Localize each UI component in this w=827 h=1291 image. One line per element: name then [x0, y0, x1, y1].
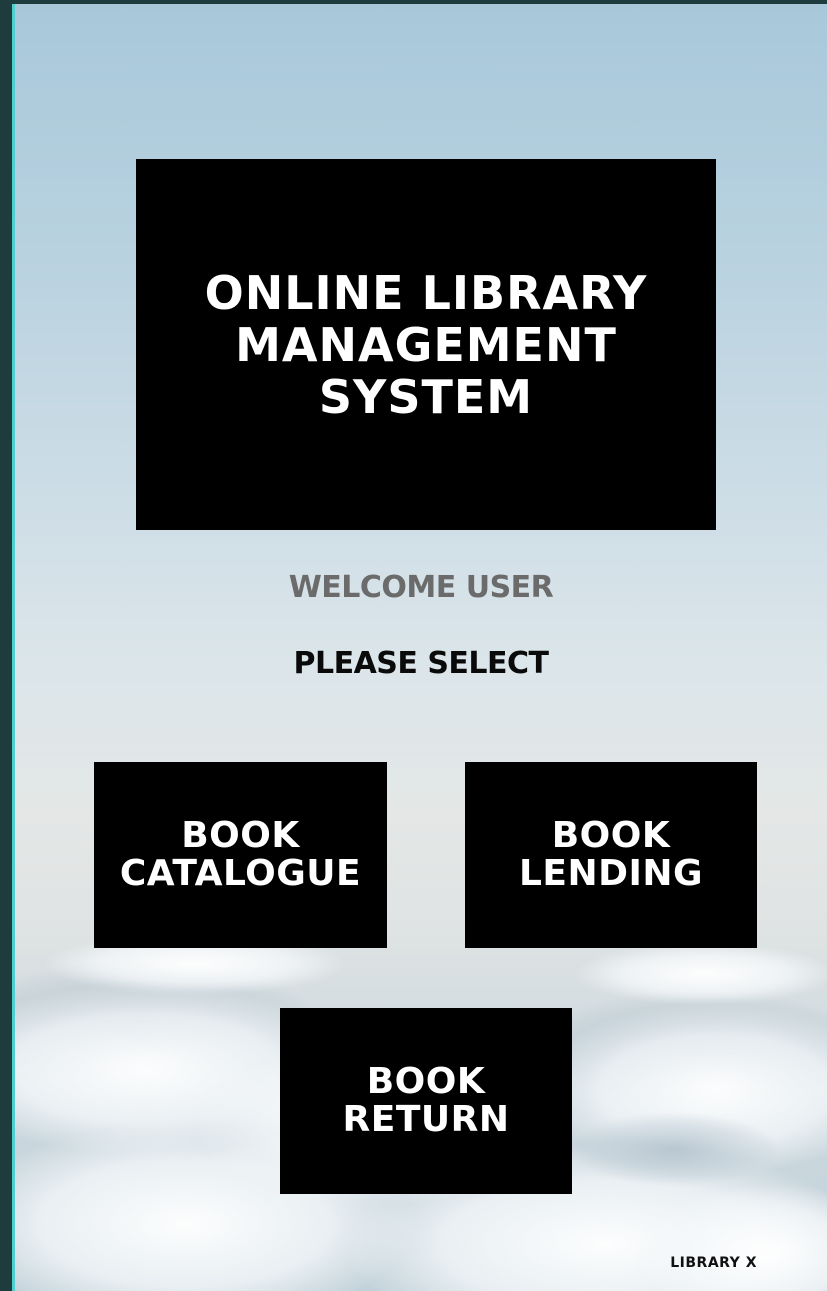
- page-canvas: ONLINE LIBRARY MANAGEMENT SYSTEM WELCOME…: [15, 4, 827, 1291]
- cloud-shadow: [575, 1114, 775, 1184]
- app-title-line2: MANAGEMENT: [235, 317, 617, 372]
- app-title: ONLINE LIBRARY MANAGEMENT SYSTEM: [186, 267, 666, 423]
- book-catalogue-label-line1: BOOK: [181, 815, 300, 856]
- app-title-banner: ONLINE LIBRARY MANAGEMENT SYSTEM: [136, 159, 716, 530]
- book-lending-label-line2: LENDING: [518, 853, 704, 894]
- book-lending-label-line1: BOOK: [551, 815, 671, 856]
- book-lending-button[interactable]: BOOK LENDING: [465, 762, 757, 948]
- book-return-label-line2: RETURN: [342, 1099, 510, 1140]
- book-lending-label: BOOK LENDING: [519, 817, 703, 893]
- book-return-label: BOOK RETURN: [343, 1063, 510, 1139]
- book-catalogue-label: BOOK CATALOGUE: [120, 817, 361, 893]
- welcome-text: WELCOME USER: [288, 570, 554, 605]
- app-title-line3: SYSTEM: [318, 369, 534, 424]
- book-catalogue-label-line2: CATALOGUE: [119, 853, 362, 894]
- select-prompt: PLEASE SELECT: [293, 646, 549, 681]
- book-return-label-line1: BOOK: [366, 1061, 486, 1102]
- footer-brand: LIBRARY X: [670, 1255, 757, 1271]
- cloud: [575, 944, 827, 1004]
- book-catalogue-button[interactable]: BOOK CATALOGUE: [94, 762, 387, 948]
- book-return-button[interactable]: BOOK RETURN: [280, 1008, 572, 1194]
- app-title-line1: ONLINE LIBRARY: [204, 265, 648, 320]
